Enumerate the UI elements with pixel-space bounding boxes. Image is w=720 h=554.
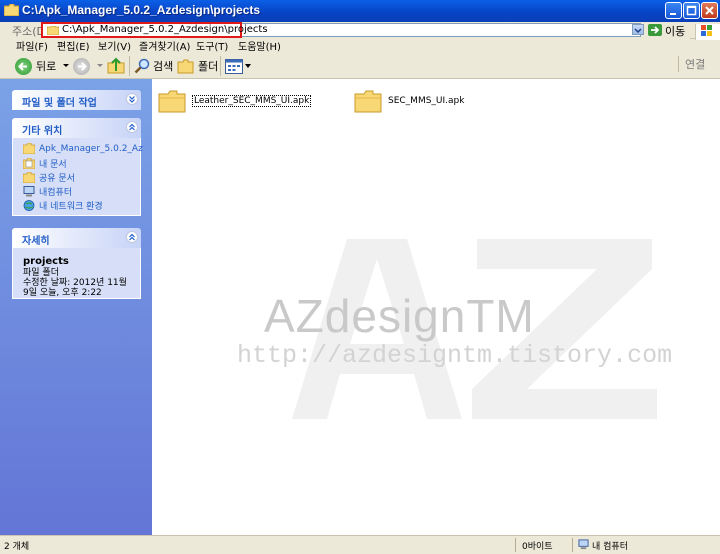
menu-help[interactable]: 도움말(H) — [238, 38, 281, 53]
toolbar-separator — [129, 56, 130, 76]
menu-tools[interactable]: 도구(T) — [196, 38, 228, 53]
folders-button[interactable]: 폴더 — [177, 56, 218, 76]
other-places-panel: Apk_Manager_5.0.2_Az 내 문서 공유 문서 내컴퓨터 내 네… — [12, 138, 143, 216]
chevron-down-icon — [97, 64, 103, 67]
toolbar-separator — [220, 56, 221, 76]
forward-arrow-icon — [73, 57, 90, 75]
explorer-window: C:\Apk_Manager_5.0.2_Azdesign\projects 주… — [0, 0, 720, 554]
status-count: 2 개체 — [4, 542, 30, 552]
folder-icon — [354, 90, 382, 113]
watermark-title: AZdesignTM — [264, 290, 535, 342]
expand-icon[interactable] — [126, 93, 138, 105]
views-button[interactable] — [225, 56, 251, 76]
search-icon — [134, 58, 150, 74]
watermark-url: http://azdesigntm.tistory.com — [237, 341, 673, 370]
network-globe-icon — [23, 200, 35, 211]
status-separator — [515, 538, 516, 552]
folder-icon — [158, 90, 186, 113]
title-bar[interactable]: C:\Apk_Manager_5.0.2_Azdesign\projects — [0, 0, 720, 22]
place-network[interactable]: 내 네트워크 환경 — [23, 199, 103, 212]
file-list-area[interactable]: AZdesignTM http://azdesigntm.tistory.com… — [152, 79, 720, 535]
close-icon — [705, 6, 714, 15]
status-bar: 2 개체 0바이트 내 컴퓨터 — [0, 535, 720, 554]
menu-bar: 파일(F) 편집(E) 보기(V) 즐겨찾기(A) 도구(T) 도움말(H) — [0, 38, 690, 53]
file-name: Leather_SEC_MMS_UI.apk — [192, 95, 312, 107]
status-size: 0바이트 — [522, 542, 553, 552]
details-header[interactable]: 자세히 — [12, 228, 141, 248]
panel-title: 파일 및 폴더 작업 — [22, 98, 97, 109]
file-folder-tasks-header[interactable]: 파일 및 폴더 작업 — [12, 90, 141, 110]
go-button[interactable]: 이동 — [665, 23, 685, 39]
connect-button[interactable]: 연결 — [678, 56, 705, 72]
window-title: C:\Apk_Manager_5.0.2_Azdesign\projects — [22, 3, 261, 17]
up-folder-icon — [107, 57, 125, 74]
menu-edit[interactable]: 편집(E) — [57, 38, 90, 53]
place-my-documents[interactable]: 내 문서 — [23, 157, 67, 170]
other-places-header[interactable]: 기타 위치 — [12, 118, 141, 138]
folders-label: 폴더 — [198, 60, 219, 73]
maximize-icon — [686, 5, 697, 16]
panel-title: 기타 위치 — [22, 126, 63, 137]
windows-logo-icon — [695, 24, 720, 40]
go-icon[interactable] — [648, 24, 662, 36]
back-label: 뒤로 — [36, 60, 57, 73]
address-bar: 주소(D) C:\Apk_Manager_5.0.2_Azdesign\proj… — [0, 22, 720, 39]
chevron-down-icon — [63, 64, 70, 67]
address-input[interactable]: C:\Apk_Manager_5.0.2_Azdesign\projects — [41, 22, 641, 38]
search-button[interactable]: 검색 — [134, 56, 173, 76]
task-pane: 파일 및 폴더 작업 기타 위치 Apk_Manager_5.0.2_Az 내 … — [0, 79, 152, 535]
address-path: C:\Apk_Manager_5.0.2_Azdesign\projects — [62, 24, 268, 35]
place-my-computer[interactable]: 내컴퓨터 — [23, 185, 72, 198]
up-folder-button[interactable] — [107, 56, 125, 76]
menu-view[interactable]: 보기(V) — [98, 38, 131, 53]
back-button[interactable]: 뒤로 — [15, 56, 70, 76]
toolbar: 뒤로 검색 폴더 — [0, 53, 720, 79]
back-arrow-icon — [15, 57, 32, 75]
search-label: 검색 — [153, 60, 174, 73]
status-separator — [572, 538, 573, 552]
close-button[interactable] — [701, 2, 718, 19]
folder-icon — [23, 143, 35, 154]
computer-icon — [578, 539, 589, 550]
minimize-button[interactable] — [665, 2, 682, 19]
menu-file[interactable]: 파일(F) — [16, 38, 48, 53]
collapse-icon[interactable] — [126, 231, 138, 243]
maximize-button[interactable] — [683, 2, 700, 19]
menu-favorites[interactable]: 즐겨찾기(A) — [139, 38, 190, 53]
shared-folder-icon — [23, 172, 35, 183]
place-apk-manager[interactable]: Apk_Manager_5.0.2_Az — [23, 143, 143, 154]
minimize-icon — [670, 13, 676, 15]
details-modified: 수정한 날짜: 2012년 11월 9일 오늘, 오후 2:22 — [23, 278, 127, 298]
place-shared-documents[interactable]: 공유 문서 — [23, 171, 75, 184]
file-item[interactable]: SEC_MMS_UI.apk — [354, 89, 464, 113]
file-name: SEC_MMS_UI.apk — [388, 96, 465, 106]
views-icon — [225, 58, 243, 74]
computer-icon — [23, 186, 35, 197]
status-location: 내 컴퓨터 — [592, 542, 628, 552]
file-item[interactable]: Leather_SEC_MMS_UI.apk — [158, 89, 312, 113]
forward-button[interactable] — [73, 56, 104, 76]
folder-icon — [4, 4, 19, 16]
panel-title: 자세히 — [22, 236, 50, 247]
collapse-icon[interactable] — [126, 121, 138, 133]
details-panel: projects 파일 폴더 수정한 날짜: 2012년 11월 9일 오늘, … — [12, 248, 141, 299]
chevron-down-icon — [634, 28, 642, 34]
details-type: 파일 폴더 — [23, 268, 59, 278]
chevron-down-icon — [245, 63, 251, 68]
address-dropdown-button[interactable] — [632, 24, 644, 35]
folders-icon — [177, 59, 194, 73]
my-documents-icon — [23, 158, 35, 169]
folder-icon — [47, 26, 59, 35]
